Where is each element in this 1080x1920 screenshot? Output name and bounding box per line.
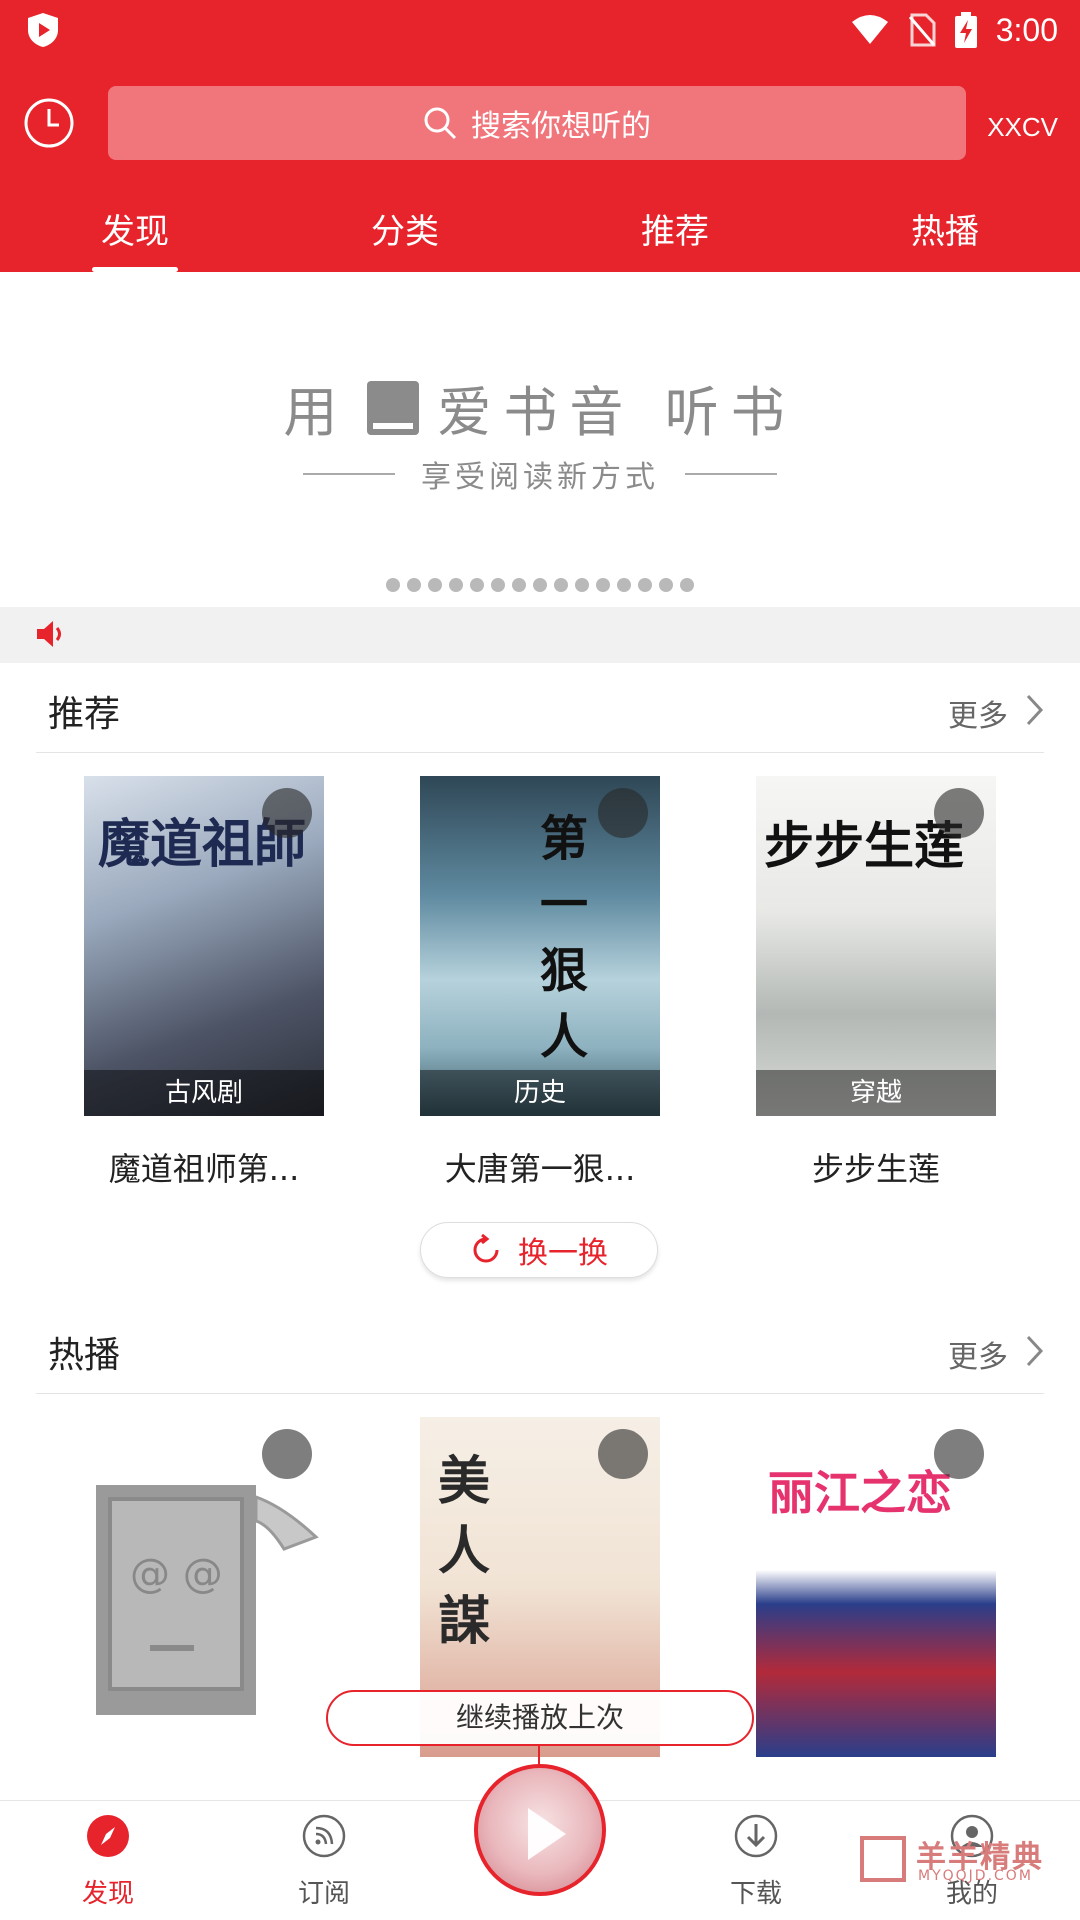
book-title: 魔道祖师第... (108, 1150, 300, 1188)
carousel-dot[interactable] (596, 578, 610, 592)
recommend-section-header: 推荐 更多 (36, 663, 1044, 753)
download-icon (734, 1814, 778, 1858)
carousel-dots[interactable] (0, 578, 1080, 592)
carousel-dot[interactable] (554, 578, 568, 592)
user-label[interactable]: XXCV (987, 112, 1058, 143)
search-icon (424, 107, 457, 140)
headphones-icon (262, 788, 312, 838)
banner-title: 用 爱书音 听书 (0, 368, 1080, 447)
banner-subtitle: 享受阅读新方式 (0, 452, 1080, 496)
book-card[interactable]: @ @ (84, 1417, 324, 1757)
watermark-url: MYQQJD.COM (918, 1868, 1033, 1884)
nav-subscribe[interactable]: 订阅 (264, 1813, 384, 1910)
cover-title: 第一狠人 (540, 811, 589, 1065)
carousel-dot[interactable] (617, 578, 631, 592)
carousel-dot[interactable] (470, 578, 484, 592)
headphones-icon (598, 788, 648, 838)
tab-category[interactable]: 分类 (270, 198, 540, 272)
book-icon (367, 380, 420, 435)
book-card[interactable]: 魔道祖師 古风剧 魔道祖师第... (84, 776, 324, 1190)
watermark: 羊羊精典 MYQQJD.COM (860, 1832, 1060, 1886)
book-cover: 第一狠人 历史 (420, 776, 660, 1116)
carousel-dot[interactable] (386, 578, 400, 592)
chevron-right-icon[interactable] (1024, 1334, 1044, 1368)
refresh-icon (473, 1234, 499, 1263)
book-card[interactable]: 丽江之恋 (756, 1417, 996, 1757)
divider (685, 473, 777, 475)
search-placeholder: 搜索你想听的 (471, 109, 651, 144)
compass-icon (87, 1815, 129, 1857)
book-cover: 魔道祖師 古风剧 (84, 776, 324, 1116)
divider (303, 473, 395, 475)
watermark-logo (860, 1836, 906, 1882)
rss-icon (302, 1814, 346, 1858)
carousel-dot[interactable] (407, 578, 421, 592)
hot-section-header: 热播 更多 (36, 1304, 1044, 1394)
carousel-dot[interactable] (449, 578, 463, 592)
notice-strip[interactable] (0, 607, 1080, 663)
carousel-dot[interactable] (680, 578, 694, 592)
section-title: 热播 (48, 1335, 121, 1376)
carousel-dot[interactable] (491, 578, 505, 592)
book-title: 步步生莲 (811, 1150, 940, 1188)
history-clock-icon[interactable] (22, 96, 76, 150)
carousel-dot[interactable] (428, 578, 442, 592)
nav-download[interactable]: 下载 (696, 1813, 816, 1910)
book-cover: 丽江之恋 (756, 1417, 996, 1757)
carousel-dot[interactable] (533, 578, 547, 592)
refresh-label: 换一换 (518, 1236, 608, 1271)
wifi-icon (851, 15, 888, 44)
cover-title: 丽江之恋 (768, 1466, 952, 1520)
banner-title-left: 用 (283, 381, 350, 444)
top-header: 搜索你想听的 XXCV 发现 分类 推荐 热播 (0, 60, 1080, 272)
more-link[interactable]: 更多 (948, 1332, 1008, 1376)
carousel-dot[interactable] (575, 578, 589, 592)
headphones-icon (262, 1429, 312, 1479)
app-shield-icon (28, 13, 58, 47)
continue-playing-button[interactable]: 继续播放上次 (326, 1690, 754, 1746)
promo-banner[interactable]: 用 爱书音 听书 享受阅读新方式 (0, 272, 1080, 607)
book-cover-placeholder: @ @ (84, 1417, 324, 1757)
search-input[interactable]: 搜索你想听的 (108, 86, 966, 160)
banner-subtitle-text: 享受阅读新方式 (421, 460, 659, 495)
genre-tag: 古风剧 (84, 1070, 324, 1116)
carousel-dot[interactable] (512, 578, 526, 592)
chevron-right-icon[interactable] (1024, 693, 1044, 727)
headphones-icon (598, 1429, 648, 1479)
cover-title: 美人謀 (438, 1452, 491, 1652)
tab-discover[interactable]: 发现 (0, 198, 270, 272)
carousel-dot[interactable] (659, 578, 673, 592)
section-title: 推荐 (48, 694, 121, 735)
play-icon[interactable] (528, 1808, 566, 1860)
now-playing-disc[interactable] (474, 1764, 606, 1896)
genre-tag: 穿越 (756, 1070, 996, 1116)
speaker-icon (37, 621, 61, 647)
status-bar: 3:00 (0, 0, 1080, 60)
tab-recommend[interactable]: 推荐 (540, 198, 810, 272)
clock: 3:00 (995, 11, 1058, 48)
nav-label: 订阅 (297, 1879, 350, 1909)
battery-charging-icon (954, 12, 977, 48)
refresh-button[interactable]: 换一换 (420, 1222, 658, 1278)
book-card[interactable]: 步步生莲 穿越 步步生莲 (756, 776, 996, 1190)
carousel-dot[interactable] (638, 578, 652, 592)
book-cover: 步步生莲 穿越 (756, 776, 996, 1116)
category-tabs: 发现 分类 推荐 热播 (0, 198, 1080, 272)
book-card[interactable]: 第一狠人 历史 大唐第一狠... (420, 776, 660, 1190)
genre-tag: 历史 (420, 1070, 660, 1116)
nav-label: 发现 (81, 1879, 134, 1909)
tab-hot[interactable]: 热播 (810, 198, 1080, 272)
headphones-icon (934, 788, 984, 838)
more-link[interactable]: 更多 (948, 691, 1008, 735)
headphones-icon (934, 1429, 984, 1479)
book-title: 大唐第一狠... (444, 1150, 636, 1188)
cover-title: @ @ (130, 1551, 223, 1597)
no-sim-icon (908, 13, 936, 47)
nav-label: 下载 (729, 1879, 782, 1909)
banner-title-right: 爱书音 听书 (437, 381, 797, 444)
nav-discover[interactable]: 发现 (48, 1813, 168, 1910)
